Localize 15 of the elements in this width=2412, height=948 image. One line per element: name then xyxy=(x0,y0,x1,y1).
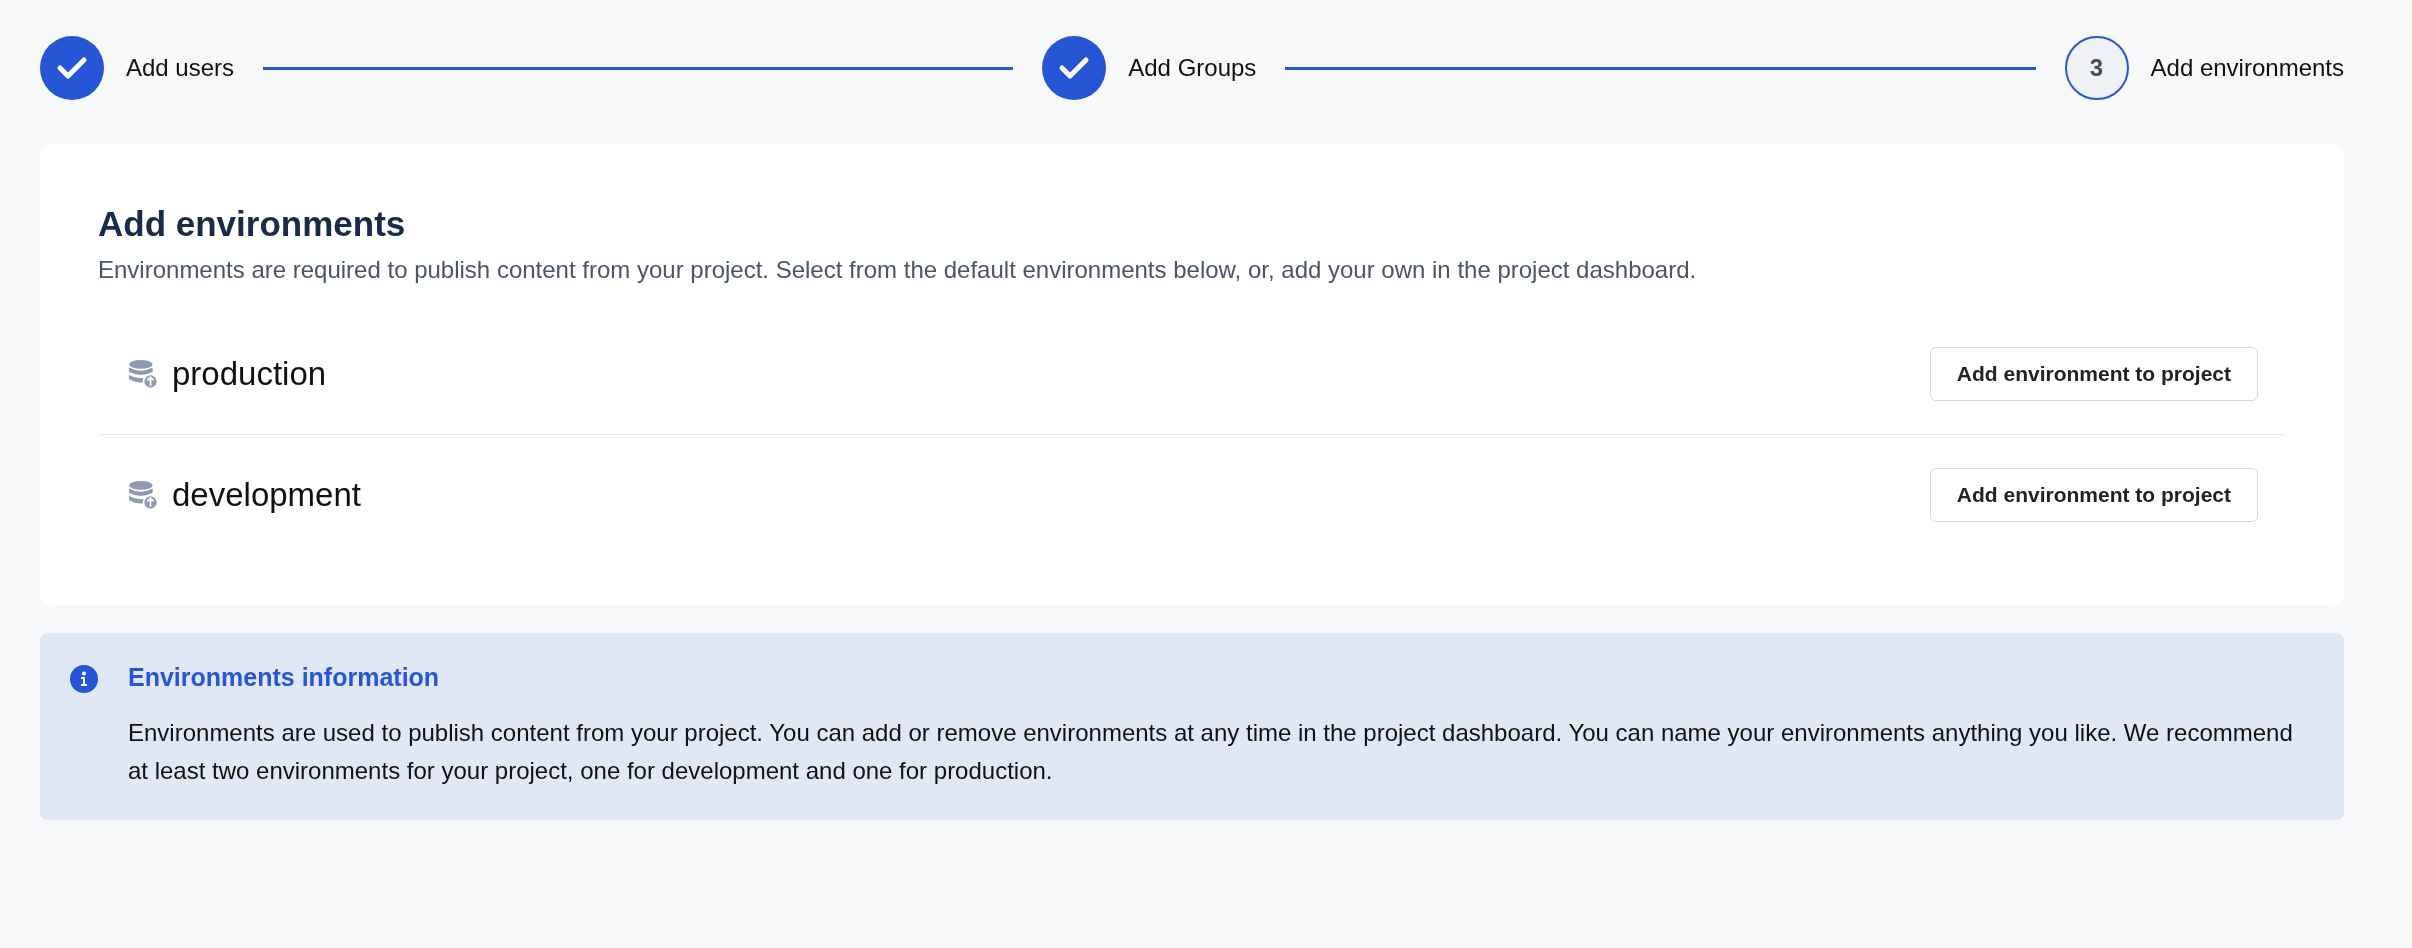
add-environment-button[interactable]: Add environment to project xyxy=(1929,468,2258,522)
card-title: Add environments xyxy=(98,204,407,244)
step-label: Add users xyxy=(126,54,235,82)
info-text: Environments are used to publish content from your project. You can add or remove environments at any time in the project dashboard. You can name your environments anything you like. We recommend at least two environments for your project, one for development and one for production. xyxy=(128,718,2294,786)
environment-name: development xyxy=(172,476,362,514)
environment-name: production xyxy=(172,355,328,393)
step-label: Add Groups xyxy=(1128,54,1257,82)
info-icon xyxy=(70,665,98,693)
step-number: 3 xyxy=(2064,36,2129,100)
step-label: Add environments xyxy=(2150,54,2344,82)
database-icon xyxy=(128,359,158,389)
database-icon xyxy=(128,480,158,510)
card-description: Environments are required to publish content from your project. Select from the default environments below, or, add your own in the project dashboard. xyxy=(98,256,1698,284)
info-title: Environments information xyxy=(128,663,441,692)
add-environment-button[interactable]: Add environment to project xyxy=(1929,347,2258,401)
